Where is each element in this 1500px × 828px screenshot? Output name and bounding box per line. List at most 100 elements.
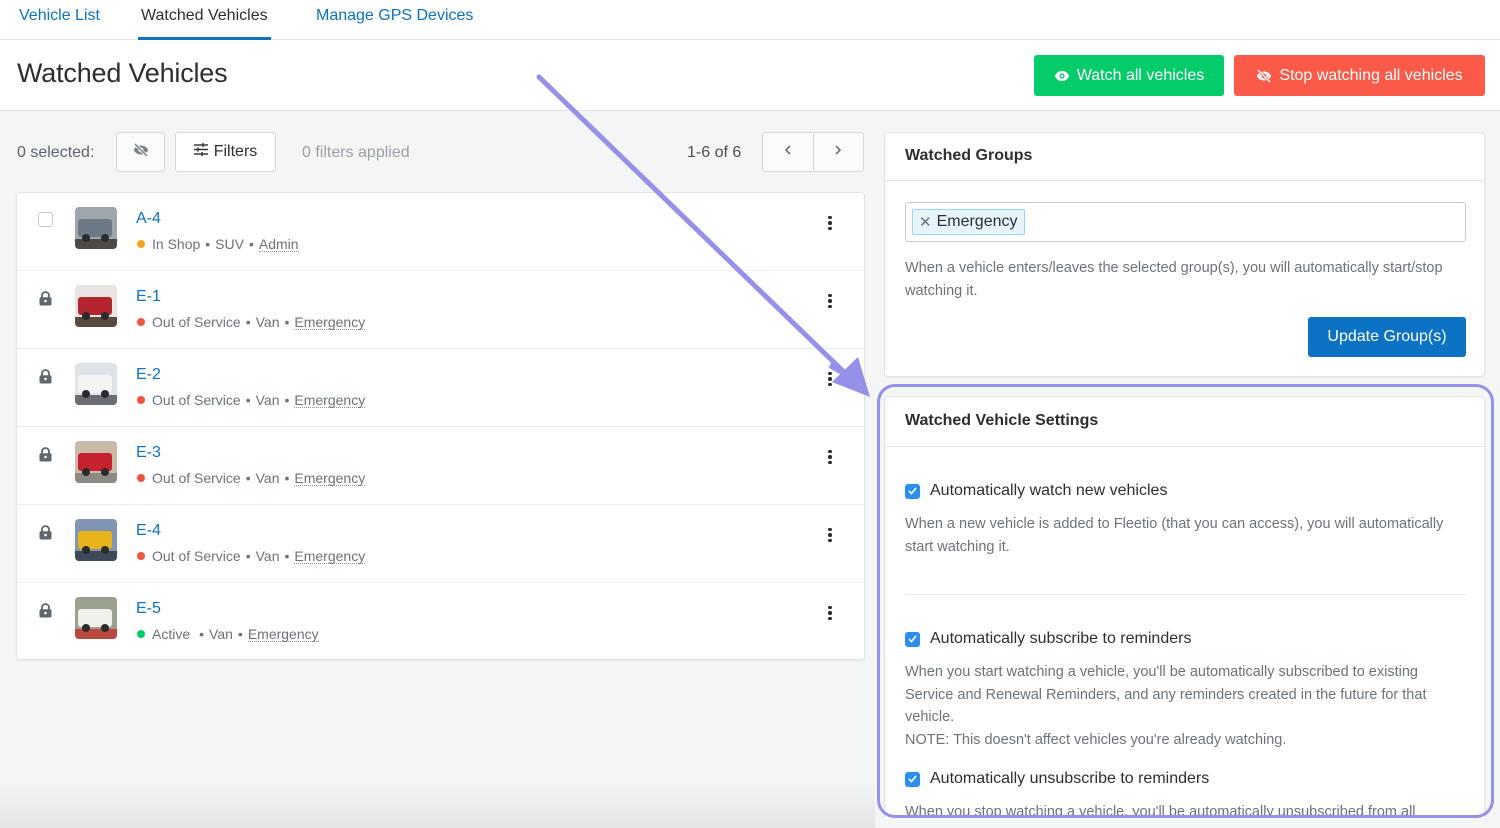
vehicle-select-checkbox[interactable] [38,212,53,227]
next-page-button[interactable] [812,133,864,171]
more-options-icon[interactable] [822,449,838,465]
vehicle-thumbnail[interactable] [75,519,117,561]
separator-dot: • [245,392,251,408]
tab-manage-gps-devices[interactable]: Manage GPS Devices [316,0,473,40]
vehicle-meta: Active • Van • Emergency [136,626,319,642]
auto-unsubscribe-checkbox[interactable]: Automatically unsubscribe to reminders [905,770,1465,788]
separator-dot: • [245,548,251,564]
vehicle-type: Van [209,626,233,642]
vehicle-thumbnail[interactable] [75,207,117,249]
vehicle-thumbnail[interactable] [75,285,117,327]
stop-watching-all-vehicles-button[interactable]: Stop watching all vehicles [1234,55,1485,96]
separator-dot: • [205,236,211,252]
vehicle-type: Van [255,392,280,408]
vehicle-name-link[interactable]: E-2 [136,366,161,384]
vehicle-group-link[interactable]: Admin [258,237,299,252]
vehicle-thumbnail[interactable] [75,441,117,483]
tab-vehicle-list[interactable]: Vehicle List [19,0,100,40]
vehicle-group-link[interactable]: Emergency [294,549,366,564]
settings-title: Watched Vehicle Settings [885,397,1484,447]
vehicle-meta: Out of Service • Van • Emergency [136,392,366,408]
sliders-icon [193,143,208,161]
more-options-icon[interactable] [822,293,838,309]
checkbox-checked-icon[interactable] [905,631,920,647]
vehicle-type: SUV [215,236,244,252]
bottom-fade [0,780,875,828]
more-options-icon[interactable] [822,215,838,231]
auto-watch-checkbox[interactable]: Automatically watch new vehicles [905,482,1465,500]
vehicle-row[interactable]: A-4 In Shop • SUV • Admin [17,193,864,271]
vehicle-group-link[interactable]: Emergency [247,627,319,642]
vehicle-status: Out of Service [152,548,241,564]
page-header: Watched Vehicles Watch all vehicles Stop… [0,40,1500,111]
more-options-icon[interactable] [822,527,838,543]
update-groups-button[interactable]: Update Group(s) [1308,317,1466,357]
vehicle-group-link[interactable]: Emergency [294,471,366,486]
vehicle-row[interactable]: E-5 Active • Van • Emergency [17,583,864,661]
prev-page-button[interactable] [763,133,813,171]
setting-auto-subscribe: Automatically subscribe to reminders Whe… [905,630,1465,751]
separator-dot: • [199,626,205,642]
vehicle-thumbnail[interactable] [75,597,117,639]
lock-icon [39,447,52,467]
lock-icon [39,291,52,311]
setting-auto-unsubscribe: Automatically unsubscribe to reminders W… [905,770,1465,824]
tab-watched-vehicles[interactable]: Watched Vehicles [138,0,271,40]
auto-unsubscribe-label: Automatically unsubscribe to reminders [930,770,1210,787]
vehicle-group-link[interactable]: Emergency [294,315,366,330]
vehicle-meta: Out of Service • Van • Emergency [136,314,366,330]
auto-subscribe-checkbox[interactable]: Automatically subscribe to reminders [905,630,1465,648]
vehicle-row[interactable]: E-2 Out of Service • Van • Emergency [17,349,864,427]
lock-icon [39,603,52,623]
status-dot [137,318,145,326]
remove-chip-icon[interactable]: ✕ [919,215,932,230]
vehicle-type: Van [255,314,280,330]
auto-subscribe-note: NOTE: This doesn't affect vehicles you'r… [905,731,1287,748]
pagination-text: 1-6 of 6 [687,144,742,161]
vehicle-name-link[interactable]: E-3 [136,444,161,462]
vehicle-meta: Out of Service • Van • Emergency [136,548,366,564]
checkbox-checked-icon[interactable] [905,771,920,787]
watch-all-vehicles-button[interactable]: Watch all vehicles [1034,55,1224,96]
vehicle-name-link[interactable]: E-5 [136,600,161,618]
vehicle-status: In Shop [152,236,201,252]
vehicle-status: Out of Service [152,392,241,408]
separator-dot: • [284,470,290,486]
vehicle-list: A-4 In Shop • SUV • Admin E-1 Out of Ser… [16,192,865,660]
selected-count: 0 selected: [17,144,95,161]
watched-vehicle-settings-panel: Watched Vehicle Settings Automatically w… [884,396,1485,828]
status-dot [137,552,145,560]
checkbox-checked-icon[interactable] [905,483,920,499]
stop-watching-all-label: Stop watching all vehicles [1279,66,1463,84]
group-select-input[interactable]: ✕ Emergency [905,202,1466,242]
watched-groups-title: Watched Groups [885,133,1484,181]
status-dot [137,630,145,638]
eye-icon [1054,70,1070,82]
vehicle-name-link[interactable]: E-4 [136,522,161,540]
vehicle-thumbnail[interactable] [75,363,117,405]
separator-dot: • [245,314,251,330]
vehicle-name-link[interactable]: A-4 [136,210,161,228]
lock-icon [39,369,52,389]
more-options-icon[interactable] [822,605,838,621]
vehicle-type: Van [255,548,280,564]
vehicle-name-link[interactable]: E-1 [136,288,161,306]
vehicle-row[interactable]: E-1 Out of Service • Van • Emergency [17,271,864,349]
more-options-icon[interactable] [822,371,838,387]
watched-groups-panel: Watched Groups ✕ Emergency When a vehicl… [884,132,1485,377]
separator-dot: • [284,314,290,330]
divider [905,594,1465,595]
filters-button[interactable]: Filters [175,132,276,172]
group-chip: ✕ Emergency [912,209,1025,235]
status-dot [137,396,145,404]
chevron-right-icon [834,143,842,161]
filters-label: Filters [213,143,258,160]
separator-dot: • [245,470,251,486]
vehicle-status: Active [152,626,191,642]
setting-auto-watch: Automatically watch new vehicles When a … [905,482,1465,558]
watched-groups-help: When a vehicle enters/leaves the selecte… [905,260,1443,299]
unwatch-selected-button[interactable] [116,132,165,172]
vehicle-row[interactable]: E-3 Out of Service • Van • Emergency [17,427,864,505]
vehicle-group-link[interactable]: Emergency [294,393,366,408]
vehicle-row[interactable]: E-4 Out of Service • Van • Emergency [17,505,864,583]
